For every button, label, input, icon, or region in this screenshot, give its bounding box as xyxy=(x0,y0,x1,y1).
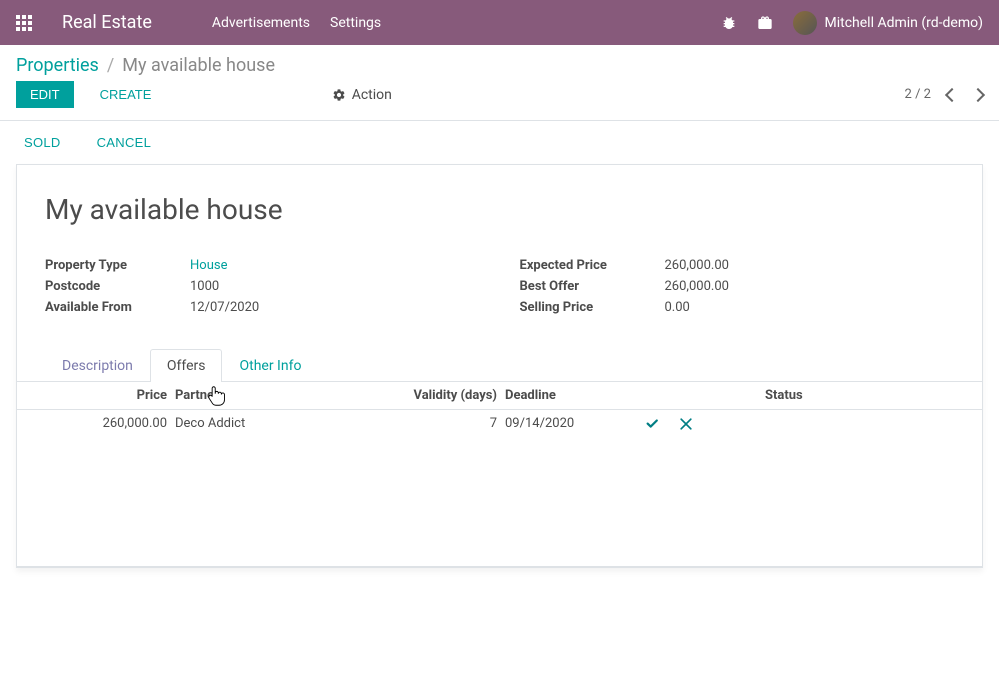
label-expected-price: Expected Price xyxy=(520,258,665,273)
value-postcode: 1000 xyxy=(190,279,219,294)
form-fields: Property Type House Postcode 1000 Availa… xyxy=(45,258,954,321)
pager-next-icon[interactable] xyxy=(971,87,985,101)
field-expected-price: Expected Price 260,000.00 xyxy=(520,258,955,273)
action-menu[interactable]: Action xyxy=(332,87,392,103)
label-best-offer: Best Offer xyxy=(520,279,665,294)
user-menu[interactable]: Mitchell Admin (rd-demo) xyxy=(793,11,984,35)
create-button[interactable]: Create xyxy=(86,81,166,108)
sold-button[interactable]: Sold xyxy=(16,131,69,154)
label-postcode: Postcode xyxy=(45,279,190,294)
app-title: Real Estate xyxy=(62,12,152,33)
value-available-from: 12/07/2020 xyxy=(190,300,259,315)
cancel-button[interactable]: Cancel xyxy=(89,131,160,154)
tabs: Description Offers Other Info xyxy=(17,349,982,382)
table-row[interactable]: 260,000.00 Deco Addict 7 09/14/2020 xyxy=(17,410,982,437)
cell-price: 260,000.00 xyxy=(45,416,175,431)
cell-deadline: 09/14/2020 xyxy=(505,416,645,431)
breadcrumb-separator: / xyxy=(107,55,114,76)
value-best-offer: 260,000.00 xyxy=(665,279,729,294)
header-status[interactable]: Status xyxy=(765,388,865,403)
edit-button[interactable]: Edit xyxy=(16,81,74,108)
form-sheet: My available house Property Type House P… xyxy=(16,164,983,568)
field-postcode: Postcode 1000 xyxy=(45,279,480,294)
tab-offers[interactable]: Offers xyxy=(150,349,223,382)
label-selling-price: Selling Price xyxy=(520,300,665,315)
tab-description[interactable]: Description xyxy=(45,349,150,382)
offers-table: Price Partner Validity (days) Deadline S… xyxy=(17,382,982,567)
gift-icon[interactable] xyxy=(757,15,773,31)
table-header: Price Partner Validity (days) Deadline S… xyxy=(17,382,982,410)
apps-launcher-icon[interactable] xyxy=(16,15,32,31)
label-available-from: Available From xyxy=(45,300,190,315)
label-property-type: Property Type xyxy=(45,258,190,273)
cell-validity: 7 xyxy=(405,416,505,431)
menu-settings[interactable]: Settings xyxy=(330,15,381,31)
field-selling-price: Selling Price 0.00 xyxy=(520,300,955,315)
bug-icon[interactable] xyxy=(721,15,737,31)
field-available-from: Available From 12/07/2020 xyxy=(45,300,480,315)
action-label: Action xyxy=(352,87,392,103)
top-header: Real Estate Advertisements Settings Mitc… xyxy=(0,0,999,45)
header-partner[interactable]: Partner xyxy=(175,388,405,403)
header-validity[interactable]: Validity (days) xyxy=(405,388,505,403)
breadcrumb-current: My available house xyxy=(122,55,275,76)
refuse-icon[interactable] xyxy=(679,417,693,431)
value-property-type[interactable]: House xyxy=(190,258,227,273)
breadcrumb-root[interactable]: Properties xyxy=(16,55,99,76)
control-panel: Edit Create Action 2 / 2 xyxy=(0,81,999,121)
cell-partner: Deco Addict xyxy=(175,416,405,431)
header-deadline[interactable]: Deadline xyxy=(505,388,645,403)
form-title: My available house xyxy=(45,193,954,226)
value-selling-price: 0.00 xyxy=(665,300,690,315)
value-expected-price: 260,000.00 xyxy=(665,258,729,273)
status-bar: Sold Cancel xyxy=(0,121,999,164)
gear-icon xyxy=(332,88,346,102)
accept-icon[interactable] xyxy=(645,417,659,431)
pager-text[interactable]: 2 / 2 xyxy=(905,87,931,102)
header-price[interactable]: Price xyxy=(45,388,175,403)
menu-advertisements[interactable]: Advertisements xyxy=(212,15,310,31)
user-name: Mitchell Admin (rd-demo) xyxy=(825,15,984,31)
pager-prev-icon[interactable] xyxy=(945,87,959,101)
field-property-type: Property Type House xyxy=(45,258,480,273)
breadcrumb: Properties / My available house xyxy=(0,45,999,81)
tab-other-info[interactable]: Other Info xyxy=(222,349,318,382)
field-best-offer: Best Offer 260,000.00 xyxy=(520,279,955,294)
avatar xyxy=(793,11,817,35)
